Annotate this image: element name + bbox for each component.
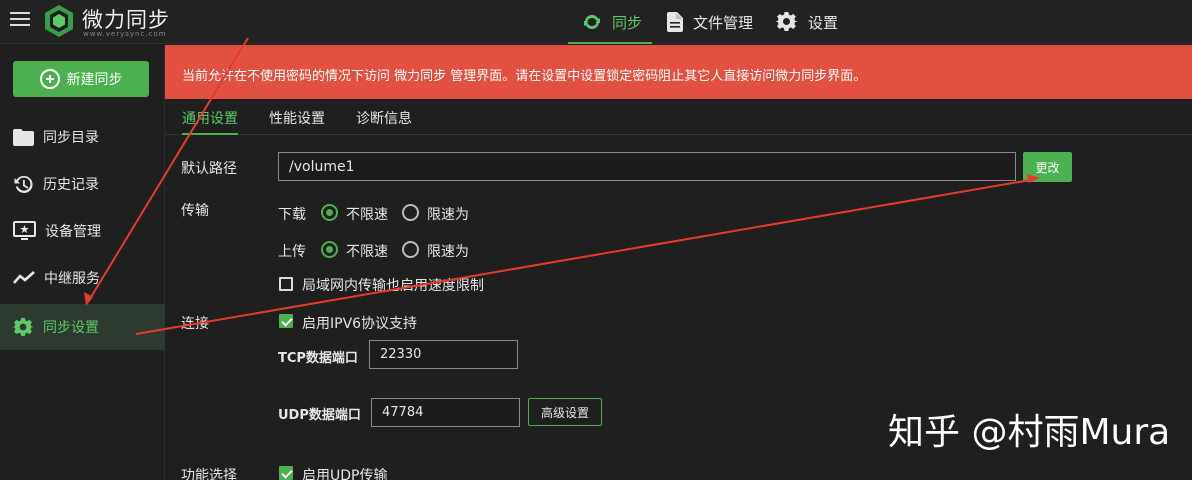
udp-port-label: UDP数据端口: [278, 408, 361, 423]
default-path-input[interactable]: /volume1: [278, 152, 1016, 181]
banner-text: 当前允许在不使用密码的情况下访问 微力同步 管理界面。请在设置中设置锁定密码阻止…: [182, 69, 867, 84]
zhihu-watermark: 知乎 @村雨Mura: [888, 412, 1171, 453]
transfer-label: 传输: [181, 203, 209, 219]
download-label: 下载: [278, 207, 306, 223]
history-icon: [14, 175, 33, 193]
nav-settings-label: 设置: [808, 13, 839, 32]
ipv6-checkbox[interactable]: [279, 314, 293, 328]
folder-icon: [13, 128, 34, 146]
advanced-settings-button[interactable]: 高级设置: [528, 398, 602, 426]
upload-limit-label: 限速为: [427, 244, 469, 260]
nav-file-manager-label: 文件管理: [693, 13, 754, 32]
tcp-port-label: TCP数据端口: [278, 351, 358, 366]
sidebar-item-label: 同步目录: [43, 130, 99, 146]
upload-unlimited-radio[interactable]: [321, 241, 338, 258]
sidebar-item-label: 同步设置: [43, 320, 99, 336]
sidebar-item-history[interactable]: 历史记录: [0, 161, 165, 207]
document-icon: [667, 12, 683, 32]
connection-label: 连接: [181, 316, 209, 332]
lan-limit-checkbox[interactable]: [279, 277, 293, 291]
sidebar-item-devices[interactable]: 设备管理: [0, 208, 165, 254]
nav-sync[interactable]: 同步: [568, 0, 652, 44]
udp-transfer-label: 启用UDP传输: [302, 468, 388, 480]
menu-icon[interactable]: [10, 12, 30, 28]
nav-settings[interactable]: 设置: [776, 0, 838, 44]
security-warning-banner: 当前允许在不使用密码的情况下访问 微力同步 管理界面。请在设置中设置锁定密码阻止…: [165, 45, 1192, 99]
sync-icon: [584, 15, 600, 29]
sidebar-item-relay[interactable]: 中继服务: [0, 255, 165, 301]
download-unlimited-radio[interactable]: [321, 204, 338, 221]
change-path-button[interactable]: 更改: [1023, 152, 1072, 182]
udp-port-input[interactable]: 47784: [371, 398, 520, 427]
verysync-logo-icon: [45, 5, 73, 37]
udp-transfer-checkbox[interactable]: [279, 466, 293, 480]
gear-icon: [13, 317, 34, 336]
settings-tabs: 通用设置 性能设置 诊断信息: [165, 99, 1192, 135]
sidebar-item-sync-folders[interactable]: 同步目录: [0, 114, 165, 160]
new-sync-button[interactable]: 新建同步: [13, 61, 149, 97]
new-sync-label: 新建同步: [66, 72, 123, 88]
sidebar-item-label: 设备管理: [45, 224, 101, 240]
ipv6-label: 启用IPV6协议支持: [302, 316, 418, 332]
tab-performance[interactable]: 性能设置: [269, 108, 325, 128]
sidebar-item-label: 历史记录: [43, 177, 99, 193]
upload-limit-radio[interactable]: [402, 241, 419, 258]
download-unlimited-label: 不限速: [346, 207, 388, 223]
sidebar: 新建同步 同步目录 历史记录 设备管理 中继服务 同步设置: [0, 45, 165, 480]
tab-diagnostics[interactable]: 诊断信息: [356, 108, 412, 128]
tab-general[interactable]: 通用设置: [182, 108, 238, 135]
lan-limit-label: 局域网内传输也启用速度限制: [302, 278, 484, 294]
sidebar-item-sync-settings[interactable]: 同步设置: [0, 304, 165, 350]
arrow-to-change-button: [135, 178, 1037, 335]
download-limit-label: 限速为: [427, 207, 469, 223]
nav-sync-label: 同步: [612, 13, 643, 32]
default-path-label: 默认路径: [181, 161, 237, 177]
upload-unlimited-label: 不限速: [346, 244, 388, 260]
upload-label: 上传: [278, 244, 306, 260]
gear-icon: [776, 11, 798, 31]
features-label: 功能选择: [181, 468, 237, 480]
sidebar-item-label: 中继服务: [44, 271, 100, 287]
nav-file-manager[interactable]: 文件管理: [667, 0, 753, 44]
trend-line-icon: [13, 271, 35, 284]
top-bar: 微力同步 www.verysync.com 同步 文件管理 设置: [0, 0, 1192, 44]
tcp-port-input[interactable]: 22330: [369, 340, 518, 369]
device-monitor-icon: [13, 220, 36, 240]
download-limit-radio[interactable]: [402, 204, 419, 221]
brand-url: www.verysync.com: [83, 30, 167, 38]
add-circle-icon: [39, 69, 60, 89]
